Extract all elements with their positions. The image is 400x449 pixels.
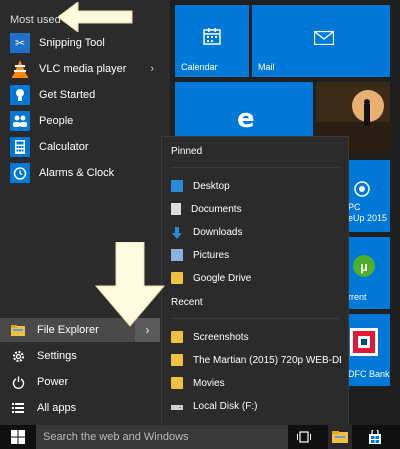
jumplist-item-pictures[interactable]: Pictures [162, 244, 348, 266]
windows-start-button[interactable] [8, 425, 28, 449]
jumplist-item-google-drive[interactable]: Google Drive [162, 267, 348, 289]
documents-icon [171, 203, 181, 215]
app-label: Calculator [39, 141, 89, 153]
app-people[interactable]: People [0, 108, 170, 134]
task-view-button[interactable] [293, 425, 315, 449]
calendar-tile-label: Calendar [181, 62, 218, 72]
mail-tile-label: Mail [258, 62, 275, 72]
app-alarms-clock[interactable]: Alarms & Clock [0, 160, 170, 186]
mail-icon [313, 30, 335, 50]
taskbar-store[interactable] [364, 425, 386, 449]
search-placeholder: Search the web and Windows [43, 431, 189, 443]
chevron-right-icon[interactable]: › [150, 63, 154, 75]
store-bag-icon [369, 430, 381, 444]
pc-tile-label-2: eUp 2015 [348, 213, 388, 223]
jumplist-item-the-martian[interactable]: The Martian (2015) 720p WEB-DL... [162, 349, 348, 371]
power-label: Power [37, 376, 69, 388]
app-label: VLC media player [39, 63, 127, 75]
people-icon [10, 111, 30, 131]
vlc-cone-icon [10, 59, 30, 79]
scissors-icon: ✂ [10, 33, 30, 53]
jumplist-item-desktop[interactable]: Desktop [162, 175, 348, 197]
separator [171, 318, 339, 319]
pinned-header: Pinned [171, 146, 203, 157]
drive-icon [171, 400, 183, 412]
pc-tile-label: PC [348, 202, 361, 212]
jumplist-item-label: Documents [191, 203, 242, 215]
jumplist-item-screenshots[interactable]: Screenshots [162, 326, 348, 348]
file-explorer-jump-list: Pinned Desktop Documents Downloads Pictu… [162, 137, 348, 425]
jumplist-item-label: Movies [193, 377, 225, 389]
settings-button[interactable]: Settings [0, 344, 170, 368]
gear-icon [11, 349, 25, 363]
jumplist-item-label: Screenshots [193, 331, 249, 343]
list-icon [11, 401, 25, 415]
calendar-icon [203, 27, 221, 50]
jumplist-item-documents[interactable]: Documents [162, 198, 348, 220]
mail-tile[interactable]: Mail [252, 5, 390, 77]
taskbar-file-explorer[interactable] [328, 425, 352, 449]
annotation-arrow-left [57, 1, 134, 37]
utorrent-icon: µ [353, 255, 375, 277]
desktop-icon [171, 180, 183, 192]
utorrent-tile-label: rrent [348, 292, 367, 302]
app-label: Snipping Tool [39, 37, 105, 49]
app-label: Alarms & Clock [39, 167, 115, 179]
taskbar-search-box[interactable]: Search the web and Windows [36, 425, 288, 449]
jumplist-item-label: Downloads [193, 226, 243, 238]
folder-icon [11, 323, 25, 337]
folder-icon [332, 431, 348, 443]
all-apps-button[interactable]: All apps [0, 396, 170, 420]
movies-folder-icon [171, 377, 183, 389]
lightbulb-icon [10, 85, 30, 105]
jumplist-item-label: The Martian (2015) 720p WEB-DL... [193, 354, 341, 366]
jumplist-item-label: Pictures [193, 249, 230, 261]
most-used-label: Most used [10, 14, 61, 26]
power-button[interactable]: Power [0, 370, 170, 394]
app-label: People [39, 115, 74, 127]
app-vlc[interactable]: VLC media player › [0, 56, 170, 82]
folder-icon [171, 331, 183, 343]
all-apps-label: All apps [37, 402, 77, 414]
folder-icon [171, 354, 183, 366]
separator [171, 167, 339, 168]
jumplist-item-downloads[interactable]: Downloads [162, 221, 348, 243]
jumplist-item-label: Local Disk (F:) [193, 400, 258, 412]
pictures-icon [171, 249, 183, 261]
folder-icon [171, 272, 183, 284]
settings-label: Settings [37, 350, 77, 362]
downloads-icon [171, 226, 183, 239]
jumplist-item-local-disk[interactable]: Local Disk (F:) [162, 395, 348, 417]
power-icon [11, 375, 25, 389]
hdfc-tile-label: DFC Bank [348, 369, 390, 379]
alarm-clock-icon [10, 163, 30, 183]
utorrent-tile[interactable]: µ rrent [345, 237, 390, 309]
edge-icon: e [237, 104, 255, 134]
jumplist-item-movies[interactable]: Movies [162, 372, 348, 394]
app-calculator[interactable]: Calculator [0, 134, 170, 160]
pc-cleanup-icon [353, 180, 371, 203]
calculator-icon [10, 137, 30, 157]
hdfc-bank-tile[interactable]: DFC Bank [345, 314, 390, 386]
recent-header: Recent [171, 297, 203, 308]
file-explorer-label: File Explorer [37, 324, 99, 336]
jumplist-item-label: Desktop [193, 180, 230, 192]
jumplist-item-label: Google Drive [193, 272, 252, 284]
annotation-arrow-down [94, 241, 166, 333]
app-get-started[interactable]: Get Started [0, 82, 170, 108]
windows-logo-icon [11, 430, 25, 444]
task-view-icon [297, 431, 311, 443]
calendar-tile[interactable]: Calendar [175, 5, 249, 77]
hdfc-logo-icon [350, 328, 378, 356]
app-label: Get Started [39, 89, 96, 101]
pc-cleanup-tile[interactable]: PC eUp 2015 [345, 160, 390, 232]
